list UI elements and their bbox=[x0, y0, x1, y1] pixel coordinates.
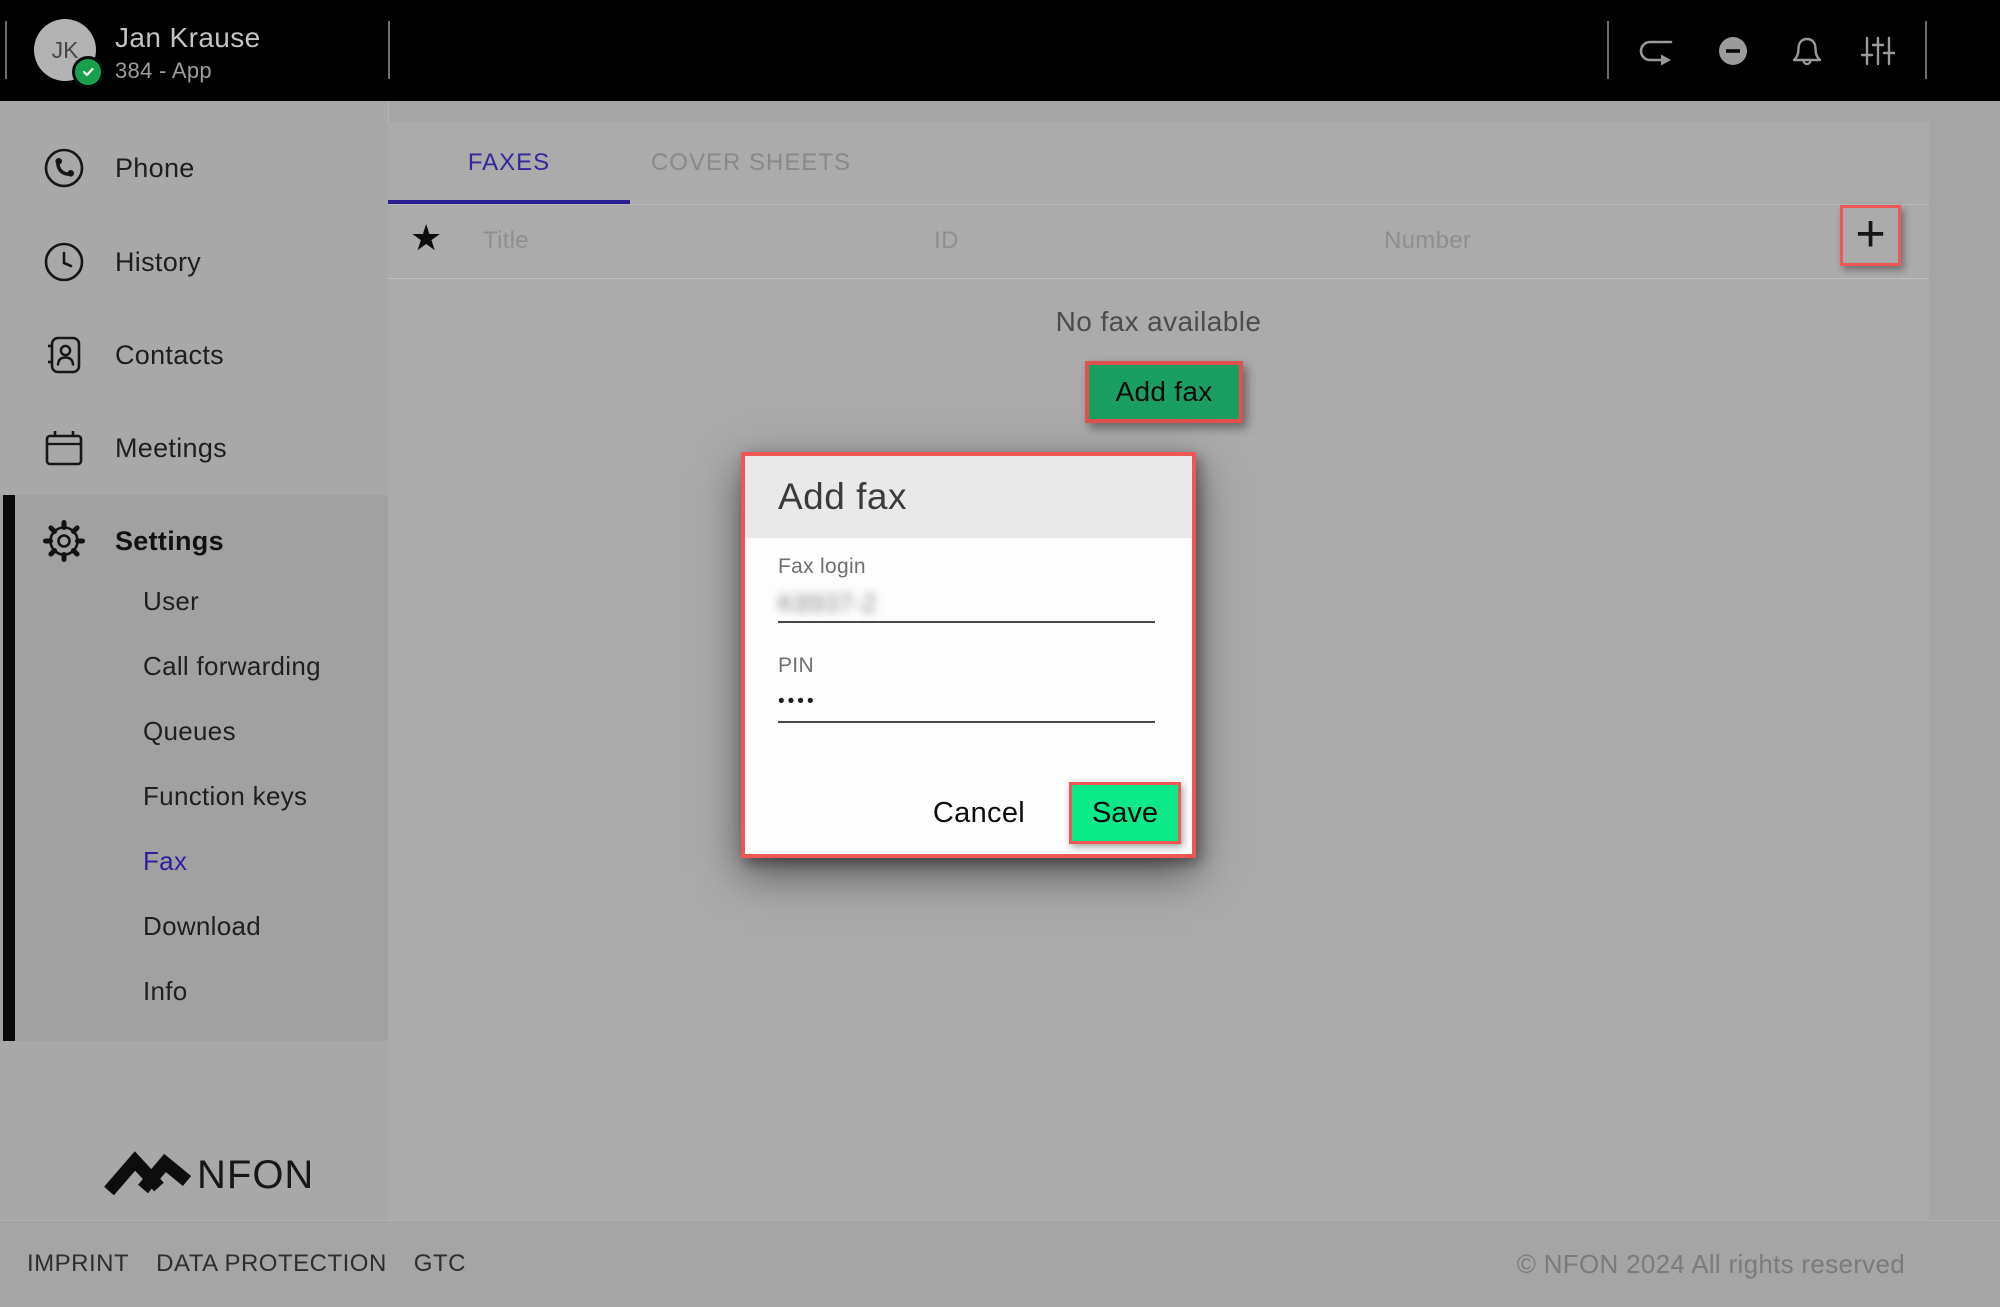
sidebar-item-meetings[interactable]: Meetings bbox=[0, 415, 388, 481]
sidebar-item-label: History bbox=[115, 247, 201, 278]
notifications-bell-icon[interactable] bbox=[1785, 0, 1829, 101]
tab-faxes[interactable]: FAXES bbox=[388, 122, 630, 203]
top-bar: JK Jan Krause 384 - App bbox=[0, 0, 2000, 101]
plus-icon: + bbox=[1855, 208, 1885, 260]
sidebar-subitem-user[interactable]: User bbox=[143, 586, 199, 617]
copyright-notice: © NFON 2024 All rights reserved bbox=[1517, 1249, 1905, 1280]
sidebar-item-history[interactable]: History bbox=[0, 229, 388, 295]
settings-sliders-icon[interactable] bbox=[1856, 0, 1900, 101]
empty-state-message: No fax available bbox=[388, 306, 1929, 338]
tab-label: FAXES bbox=[468, 149, 550, 177]
tab-cover-sheets[interactable]: COVER SHEETS bbox=[630, 122, 872, 203]
footer-link-data-protection[interactable]: DATA PROTECTION bbox=[156, 1250, 387, 1278]
pin-label: PIN bbox=[778, 654, 1155, 678]
fax-login-input[interactable]: K8937-2 bbox=[778, 588, 1155, 618]
save-button-label: Save bbox=[1092, 797, 1158, 830]
footer: IMPRINT DATA PROTECTION GTC © NFON 2024 … bbox=[0, 1220, 2000, 1307]
phone-icon bbox=[42, 146, 86, 190]
call-forwarding-icon[interactable] bbox=[1634, 0, 1678, 101]
nfon-logo: NFON bbox=[103, 1147, 323, 1203]
topbar-divider-right-1 bbox=[1607, 21, 1609, 79]
sidebar: Phone History Contacts bbox=[0, 101, 389, 1220]
add-fax-plus-button[interactable]: + bbox=[1840, 205, 1901, 266]
user-extension: 384 - App bbox=[115, 58, 212, 84]
tab-label: COVER SHEETS bbox=[651, 149, 851, 177]
add-fax-dialog: Add fax Fax login K8937-2 PIN •••• Cance… bbox=[741, 452, 1196, 858]
dialog-title: Add fax bbox=[778, 456, 907, 538]
topbar-left-divider bbox=[5, 21, 7, 79]
save-button[interactable]: Save bbox=[1069, 782, 1181, 844]
topbar-divider bbox=[388, 21, 390, 79]
sidebar-subitem-download[interactable]: Download bbox=[143, 911, 261, 942]
fax-login-underline bbox=[778, 621, 1155, 623]
online-status-badge bbox=[72, 56, 104, 88]
user-name: Jan Krause bbox=[115, 22, 261, 54]
sidebar-item-label: Contacts bbox=[115, 340, 224, 371]
do-not-disturb-icon[interactable] bbox=[1711, 0, 1755, 101]
history-clock-icon bbox=[42, 240, 86, 284]
sidebar-item-label: Phone bbox=[115, 153, 195, 184]
dialog-header: Add fax bbox=[745, 456, 1192, 538]
settings-section bbox=[0, 495, 388, 1041]
pin-input[interactable]: •••• bbox=[778, 691, 1155, 713]
nfon-logo-text: NFON bbox=[197, 1153, 314, 1198]
sidebar-item-label: Settings bbox=[115, 526, 224, 557]
column-header-id: ID bbox=[934, 227, 959, 255]
sidebar-subitem-fax[interactable]: Fax bbox=[143, 846, 187, 877]
sidebar-subitem-function-keys[interactable]: Function keys bbox=[143, 781, 307, 812]
avatar-initials: JK bbox=[52, 37, 79, 64]
sidebar-item-contacts[interactable]: Contacts bbox=[0, 322, 388, 388]
sidebar-item-settings[interactable]: Settings bbox=[0, 508, 388, 574]
sidebar-subitem-call-forwarding[interactable]: Call forwarding bbox=[143, 651, 321, 682]
topbar-divider-right-2 bbox=[1925, 21, 1927, 79]
contacts-icon bbox=[42, 333, 86, 377]
pin-underline bbox=[778, 721, 1155, 723]
sidebar-item-label: Meetings bbox=[115, 433, 227, 464]
nfon-logo-mark bbox=[103, 1147, 193, 1199]
add-fax-button-label: Add fax bbox=[1115, 376, 1212, 408]
sidebar-subitem-info[interactable]: Info bbox=[143, 976, 188, 1007]
add-fax-button[interactable]: Add fax bbox=[1085, 361, 1243, 423]
cancel-button[interactable]: Cancel bbox=[927, 797, 1031, 830]
app-window: JK Jan Krause 384 - App bbox=[0, 0, 2000, 1307]
check-icon bbox=[80, 64, 96, 80]
calendar-icon bbox=[42, 426, 86, 470]
dialog-actions: Cancel Save bbox=[927, 780, 1181, 846]
favorite-star-icon: ★ bbox=[410, 217, 442, 259]
settings-active-indicator bbox=[3, 495, 15, 1041]
column-header-number: Number bbox=[1384, 227, 1471, 255]
fax-login-label: Fax login bbox=[778, 555, 1155, 579]
table-header: ★ Title ID Number bbox=[388, 204, 1929, 279]
footer-link-gtc[interactable]: GTC bbox=[414, 1250, 466, 1278]
column-header-title: Title bbox=[483, 227, 529, 255]
footer-link-imprint[interactable]: IMPRINT bbox=[27, 1250, 129, 1278]
gear-icon bbox=[42, 519, 86, 563]
sidebar-item-phone[interactable]: Phone bbox=[0, 135, 388, 201]
sidebar-subitem-queues[interactable]: Queues bbox=[143, 716, 236, 747]
